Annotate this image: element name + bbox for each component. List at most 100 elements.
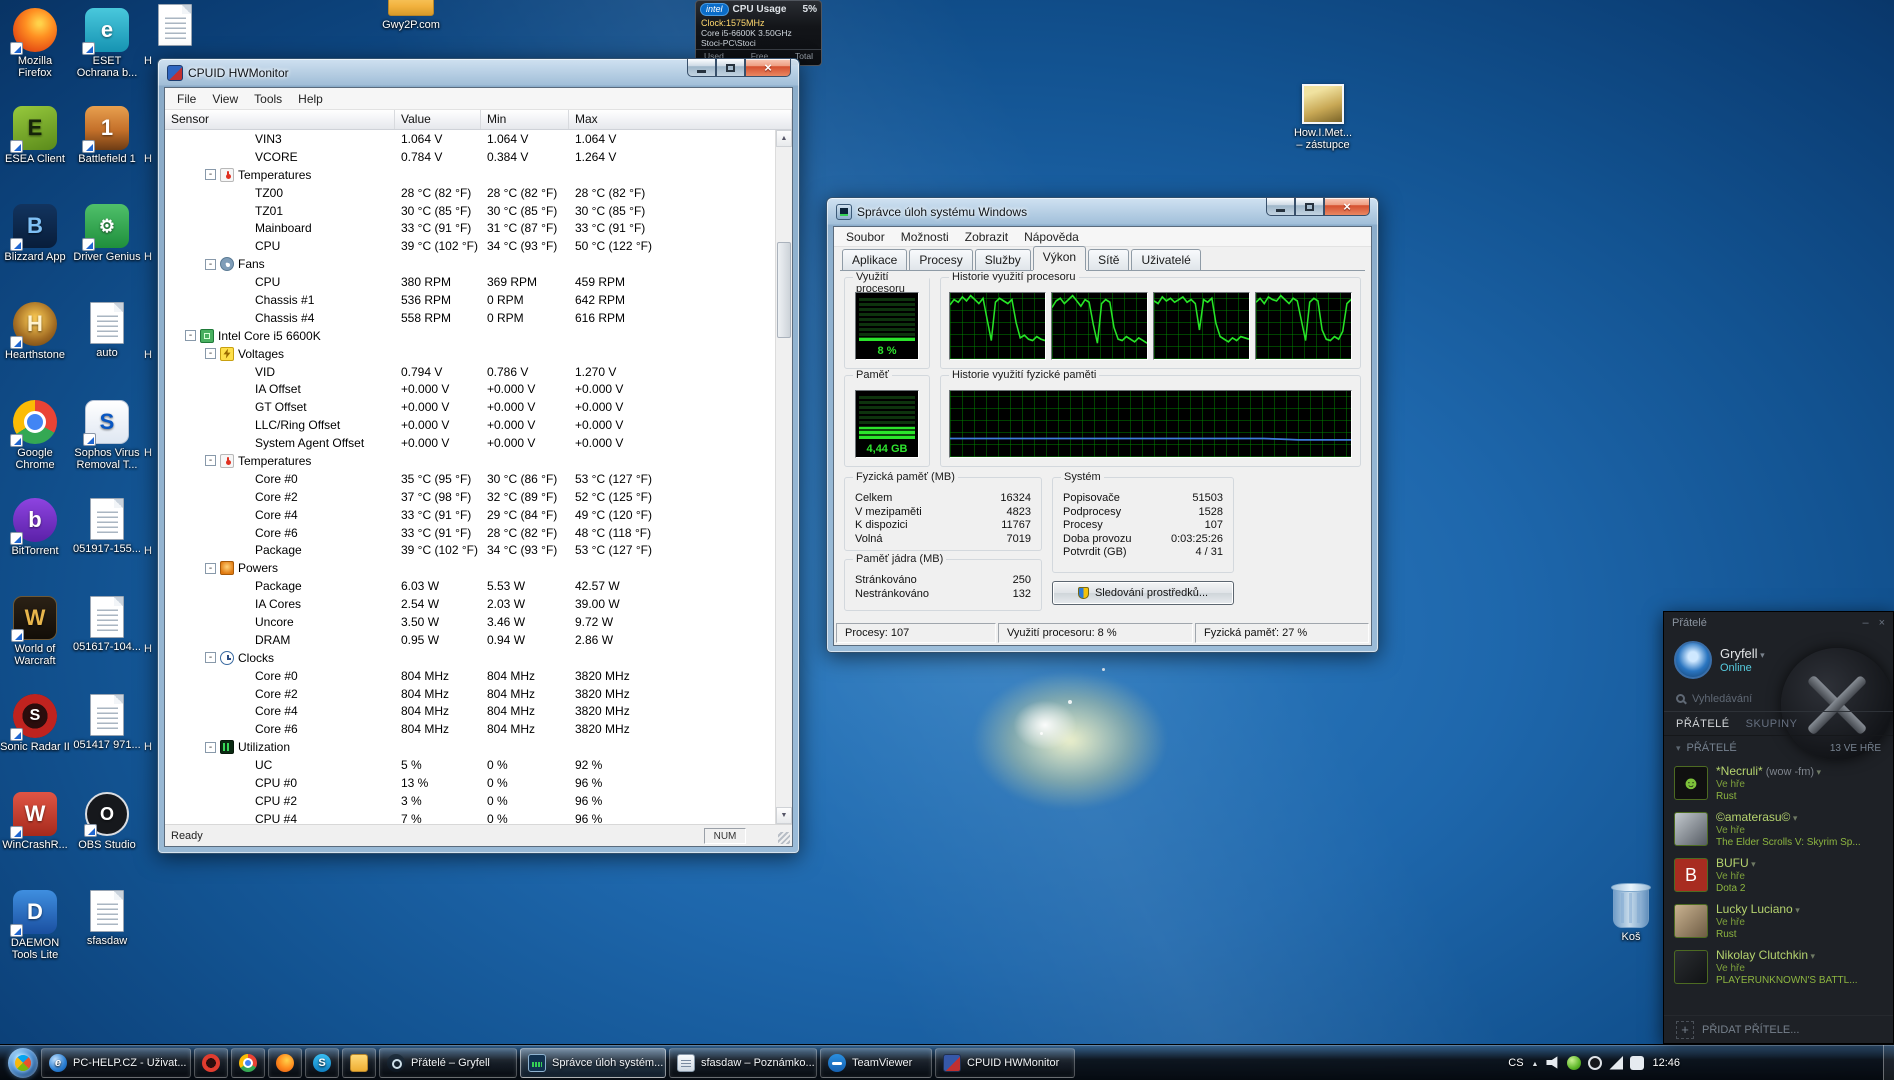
sensor-row[interactable]: Package6.03 W5.53 W42.57 W [165,577,775,595]
tree-expand-box[interactable]: - [205,455,216,466]
desktop-icon-wincrash[interactable]: WWinCrashR... [0,792,70,851]
column-header-sensor[interactable]: Sensor [165,110,395,129]
network-tray-icon[interactable] [1609,1056,1623,1070]
sensor-row[interactable]: DRAM0.95 W0.94 W2.86 W [165,631,775,649]
desktop-icon-esea[interactable]: EESEA Client [0,106,70,165]
tab-aplikace[interactable]: Aplikace [842,249,907,270]
tab-procesy[interactable]: Procesy [909,249,972,270]
language-indicator[interactable]: CS [1508,1057,1523,1069]
menu-item-možnosti[interactable]: Možnosti [893,227,957,247]
start-button[interactable] [8,1048,38,1078]
sensor-row[interactable]: CPU #013 %0 %96 % [165,774,775,792]
close-icon[interactable]: × [1879,617,1885,629]
column-header-min[interactable]: Min [481,110,569,129]
sensor-row[interactable]: Package39 °C (102 °F)34 °C (93 °F)53 °C … [165,541,775,559]
menu-item-zobrazit[interactable]: Zobrazit [957,227,1016,247]
tree-expand-box[interactable]: - [205,652,216,663]
taskbar-button-task-manager[interactable]: Správce úloh systém... [520,1048,666,1078]
sensor-group-row[interactable]: -Fans [165,255,775,273]
minimize-button[interactable] [1266,197,1295,216]
sensor-group-row[interactable]: -Utilization [165,738,775,756]
sensor-row[interactable]: Mainboard33 °C (91 °F)31 °C (87 °F)33 °C… [165,219,775,237]
sensor-row[interactable]: Chassis #4558 RPM0 RPM616 RPM [165,309,775,327]
friends-group-header[interactable]: PŘÁTELÉ 13 VE HŘE [1664,736,1893,760]
task-manager-window[interactable]: Správce úloh systému Windows SouborMožno… [826,197,1379,653]
desktop-icon-firefox[interactable]: Mozilla Firefox [0,8,70,79]
avatar[interactable] [1674,641,1712,679]
taskbar-button-pchelp[interactable]: ePC-HELP.CZ - Uživat... [41,1048,191,1078]
sensor-row[interactable]: Uncore3.50 W3.46 W9.72 W [165,613,775,631]
sensor-row[interactable]: Core #6804 MHz804 MHz3820 MHz [165,720,775,738]
steam-user-row[interactable]: Gryfell Online [1664,634,1893,686]
sensor-row[interactable]: Core #4804 MHz804 MHz3820 MHz [165,703,775,721]
menu-item-file[interactable]: File [169,89,204,109]
maximize-button[interactable] [1295,197,1324,216]
sensor-row[interactable]: Chassis #1536 RPM0 RPM642 RPM [165,291,775,309]
hidden-icons-arrow[interactable] [1532,1057,1539,1069]
resource-monitor-button[interactable]: Sledování prostředků... [1052,581,1234,605]
sensor-row[interactable]: Core #633 °C (91 °F)28 °C (82 °F)48 °C (… [165,524,775,542]
tab-groups[interactable]: SKUPINY [1746,718,1798,730]
friend-row[interactable]: Lucky Luciano ▾Ve hřeRust [1664,898,1893,944]
sensor-row[interactable]: Core #035 °C (95 °F)30 °C (86 °F)53 °C (… [165,470,775,488]
desktop-icon-battlefield1[interactable]: 1Battlefield 1 [72,106,142,165]
sensor-row[interactable]: CPU #23 %0 %96 % [165,792,775,810]
scrollbar-thumb[interactable] [777,242,791,338]
sensor-row[interactable]: Core #2804 MHz804 MHz3820 MHz [165,685,775,703]
menu-item-view[interactable]: View [204,89,246,109]
close-button[interactable] [745,58,791,77]
sensor-group-row[interactable]: -Intel Core i5 6600K [165,327,775,345]
taskbar-button-steam-friends[interactable]: Přátelé – Gryfell [379,1048,517,1078]
hwmonitor-window[interactable]: CPUID HWMonitor FileViewToolsHelp Sensor… [157,58,800,854]
taskbar-button-firefox[interactable] [268,1048,302,1078]
tree-expand-box[interactable]: - [205,563,216,574]
scroll-up-button[interactable] [776,130,792,147]
desktop-icon-dump-051917[interactable]: 051917-155... [72,498,142,555]
desktop-icon-driver-genius[interactable]: ⚙Driver Genius [72,204,142,263]
sensor-row[interactable]: VIN31.064 V1.064 V1.064 V [165,130,775,148]
tree-expand-box[interactable]: - [205,348,216,359]
sensor-group-row[interactable]: -Temperatures [165,166,775,184]
friend-row[interactable]: Nikolay Clutchkin ▾Ve hřePLAYERUNKNOWN'S… [1664,944,1893,990]
sensor-row[interactable]: Core #433 °C (91 °F)29 °C (84 °F)49 °C (… [165,506,775,524]
steam-friends-titlebar[interactable]: Přátelé – × [1664,612,1893,634]
sensor-row[interactable]: VID0.794 V0.786 V1.270 V [165,363,775,381]
desktop-icon-obs[interactable]: OOBS Studio [72,792,142,851]
obs-tray-icon[interactable] [1588,1056,1602,1070]
tab-služby[interactable]: Služby [975,249,1031,270]
desktop-icon-auto[interactable]: auto [72,302,142,359]
desktop-icon-daemon-tools[interactable]: DDAEMON Tools Lite [0,890,70,961]
desktop-icon-howimet[interactable]: How.I.Met... – zástupce [1280,84,1366,151]
taskbar-button-skype[interactable]: S [305,1048,339,1078]
steam-friends-window[interactable]: Přátelé – × Gryfell Online Vyhledávání P… [1663,611,1894,1044]
sensor-group-row[interactable]: -Clocks [165,649,775,667]
tab-sítě[interactable]: Sítě [1088,249,1129,270]
sensor-row[interactable]: LLC/Ring Offset+0.000 V+0.000 V+0.000 V [165,416,775,434]
desktop-icon-eset[interactable]: eESET Ochrana b... [72,8,142,79]
tab-výkon[interactable]: Výkon [1033,246,1086,270]
friends-search-field[interactable]: Vyhledávání [1664,686,1893,712]
vertical-scrollbar[interactable] [775,130,792,824]
taskbar-button-folder[interactable] [342,1048,376,1078]
taskbar-button-notepad[interactable]: sfasdaw – Poznámko... [669,1048,817,1078]
action-tray-icon[interactable] [1630,1056,1644,1070]
column-header-value[interactable]: Value [395,110,481,129]
sensor-row[interactable]: CPU39 °C (102 °F)34 °C (93 °F)50 °C (122… [165,237,775,255]
desktop-icon-hearthstone[interactable]: HHearthstone [0,302,70,361]
tree-expand-box[interactable]: - [205,742,216,753]
tree-expand-box[interactable]: - [205,169,216,180]
sensor-row[interactable]: Core #237 °C (98 °F)32 °C (89 °F)52 °C (… [165,488,775,506]
close-button[interactable] [1324,197,1370,216]
taskbar-button-hwmonitor[interactable]: CPUID HWMonitor [935,1048,1075,1078]
sensor-group-row[interactable]: -Powers [165,559,775,577]
sensor-row[interactable]: System Agent Offset+0.000 V+0.000 V+0.00… [165,434,775,452]
sensor-row[interactable]: UC5 %0 %92 % [165,756,775,774]
tree-expand-box[interactable]: - [205,259,216,270]
resize-grip[interactable] [778,832,790,844]
desktop-icon-wow[interactable]: WWorld of Warcraft [0,596,70,667]
sensor-row[interactable]: IA Offset+0.000 V+0.000 V+0.000 V [165,380,775,398]
desktop-icon-sophos[interactable]: SSophos Virus Removal T... [72,400,142,471]
taskbar-button-opera[interactable] [194,1048,228,1078]
steam-user-name[interactable]: Gryfell [1720,646,1765,661]
sensor-row[interactable]: TZ0130 °C (85 °F)30 °C (85 °F)30 °C (85 … [165,202,775,220]
